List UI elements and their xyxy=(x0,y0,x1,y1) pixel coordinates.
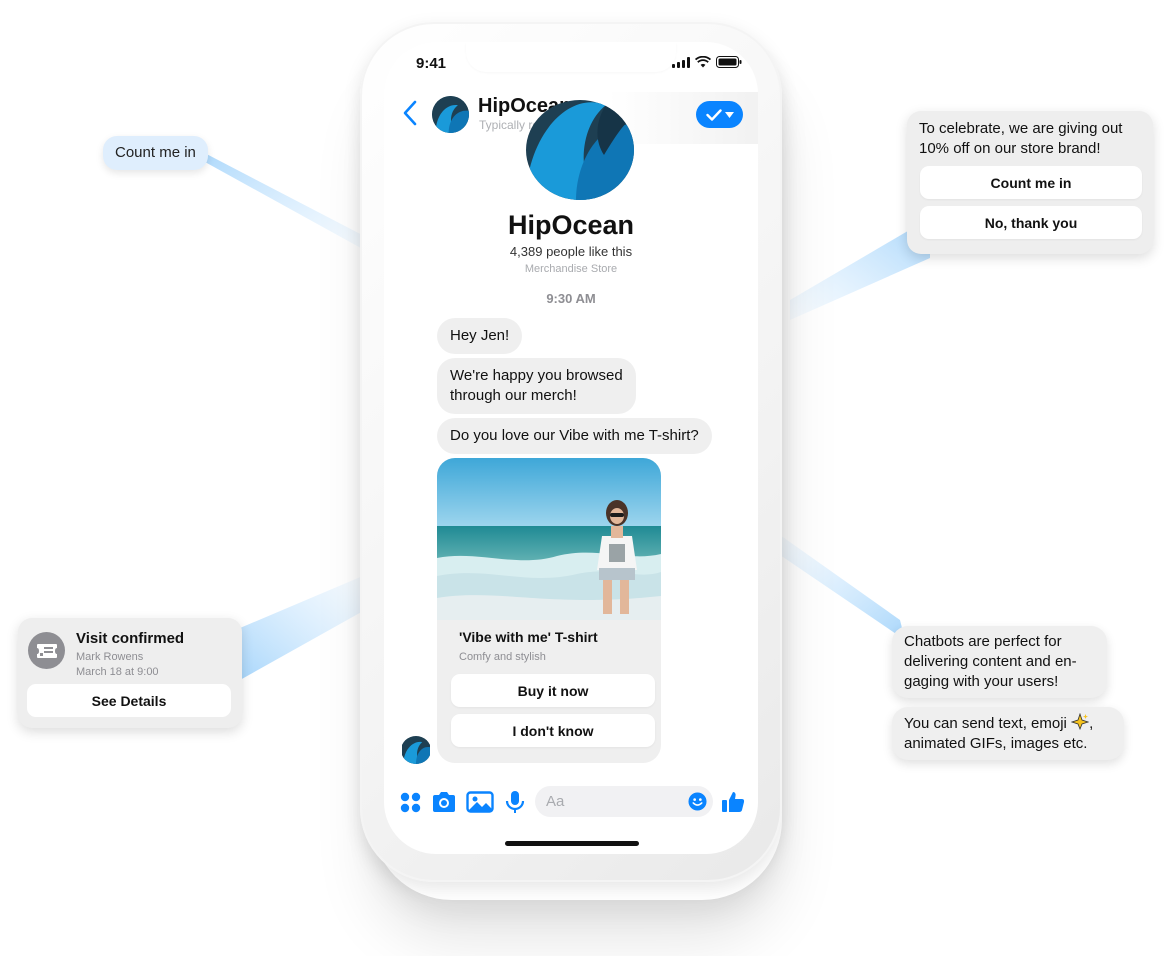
message-timestamp: 9:30 AM xyxy=(546,291,596,306)
chatbots-text: Chatbots are perfect for xyxy=(904,633,1062,650)
phone-notch xyxy=(466,42,676,72)
send-text-comma: , xyxy=(1089,715,1094,732)
status-icons xyxy=(672,56,742,68)
status-time: 9:41 xyxy=(416,55,447,72)
message-text: Hey Jen! xyxy=(450,327,510,344)
promo-text: To celebrate, we are giving out 10% off … xyxy=(919,120,1123,157)
product-subtitle: Comfy and stylish xyxy=(459,651,546,663)
message-bubble: We're happy you browsed through our merch… xyxy=(437,358,636,414)
check-icon xyxy=(705,108,722,121)
message-bubble: Do you love our Vibe with me T-shirt? xyxy=(437,418,712,454)
message-text: We're happy you browsed xyxy=(450,367,623,384)
visit-date: March 18 at 9:00 xyxy=(76,666,159,678)
count-me-in-button[interactable]: Count me in xyxy=(920,166,1142,199)
wifi-icon xyxy=(695,56,711,68)
chatbots-text: delivering content and en- xyxy=(904,653,1077,670)
send-text-bubble: You can send text, emoji , animated GIFs… xyxy=(892,707,1124,760)
thumbs-up-icon[interactable] xyxy=(720,789,746,815)
promo-card: To celebrate, we are giving out 10% off … xyxy=(907,111,1153,254)
signal-icon xyxy=(672,56,690,68)
see-details-button[interactable]: See Details xyxy=(27,684,231,717)
i-dont-know-button[interactable]: I don't know xyxy=(451,714,655,747)
message-input-placeholder: Aa xyxy=(546,793,565,810)
product-card: 'Vibe with me' T-shirt Comfy and stylish… xyxy=(437,458,661,763)
chatbots-text: gaging with your users! xyxy=(904,673,1059,690)
message-bubble: Hey Jen! xyxy=(437,318,523,354)
profile-name: HipOcean xyxy=(507,210,635,240)
no-thank-you-button[interactable]: No, thank you xyxy=(920,206,1142,239)
check-dropdown-button[interactable] xyxy=(696,101,743,128)
chevron-left-icon[interactable] xyxy=(402,100,418,132)
product-image xyxy=(437,458,661,620)
battery-icon xyxy=(716,56,742,68)
page-avatar[interactable] xyxy=(432,96,469,133)
ticket-icon xyxy=(28,632,65,669)
image-icon[interactable] xyxy=(466,789,494,815)
message-text: through our merch! xyxy=(450,387,577,404)
camera-icon[interactable] xyxy=(431,789,457,815)
profile-likes: 4,389 people like this xyxy=(509,244,633,259)
product-title: 'Vibe with me' T-shirt xyxy=(459,629,598,645)
send-text: You can send text, emoji xyxy=(904,715,1067,732)
chevron-down-icon xyxy=(724,111,734,118)
apps-icon[interactable] xyxy=(398,789,424,815)
visit-name: Mark Rowens xyxy=(76,651,144,663)
profile-category: Merchandise Store xyxy=(524,263,618,275)
visit-confirmed-card: Visit confirmed Mark Rowens March 18 at … xyxy=(18,618,242,728)
messenger-screen: 9:41 HipOcean Typically replies instantl… xyxy=(384,42,758,854)
chatbots-bubble: Chatbots are perfect for delivering cont… xyxy=(892,626,1107,698)
send-text: animated GIFs, images etc. xyxy=(904,735,1088,752)
emoji-icon[interactable] xyxy=(688,792,707,811)
profile-avatar xyxy=(526,100,634,200)
buy-it-now-button[interactable]: Buy it now xyxy=(451,674,655,707)
visit-title: Visit confirmed xyxy=(76,630,185,647)
home-indicator xyxy=(505,841,639,846)
microphone-icon[interactable] xyxy=(502,789,528,815)
count-me-in-bubble: Count me in xyxy=(103,136,208,170)
message-composer: Aa xyxy=(384,782,758,822)
sparkles-emoji-icon xyxy=(1070,712,1090,731)
message-input[interactable]: Aa xyxy=(535,786,713,817)
message-text: Do you love our Vibe with me T-shirt? xyxy=(450,427,699,444)
sender-avatar xyxy=(401,736,431,764)
